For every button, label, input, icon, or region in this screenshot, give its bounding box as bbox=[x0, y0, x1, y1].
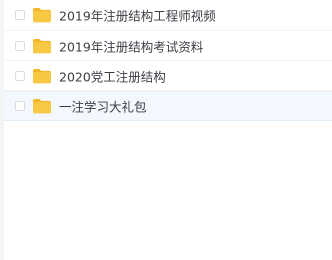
row-checkbox[interactable] bbox=[15, 101, 25, 111]
file-name[interactable]: 一注学习大礼包 bbox=[59, 97, 147, 116]
row-checkbox[interactable] bbox=[15, 70, 25, 81]
folder-icon bbox=[33, 8, 51, 23]
folder-icon bbox=[33, 68, 51, 83]
file-row-selected[interactable]: 一注学习大礼包 bbox=[4, 91, 332, 121]
file-name[interactable]: 2019年注册结构考试资料 bbox=[59, 36, 203, 55]
file-row[interactable]: 2019年注册结构考试资料 bbox=[4, 31, 332, 61]
row-checkbox[interactable] bbox=[15, 10, 25, 20]
file-name[interactable]: 2019年注册结构工程师视频 bbox=[59, 6, 216, 25]
file-name[interactable]: 2020党工注册结构 bbox=[59, 66, 166, 85]
file-list-page: 2019年注册结构工程师视频 2019年注册结构考试资料 2020党工注册结构 bbox=[0, 0, 332, 260]
folder-icon bbox=[33, 99, 51, 114]
file-row[interactable]: 2020党工注册结构 bbox=[4, 61, 332, 91]
folder-icon bbox=[33, 38, 51, 53]
file-row[interactable]: 2019年注册结构工程师视频 bbox=[4, 0, 332, 31]
row-checkbox[interactable] bbox=[15, 40, 25, 51]
file-list: 2019年注册结构工程师视频 2019年注册结构考试资料 2020党工注册结构 bbox=[4, 0, 332, 121]
